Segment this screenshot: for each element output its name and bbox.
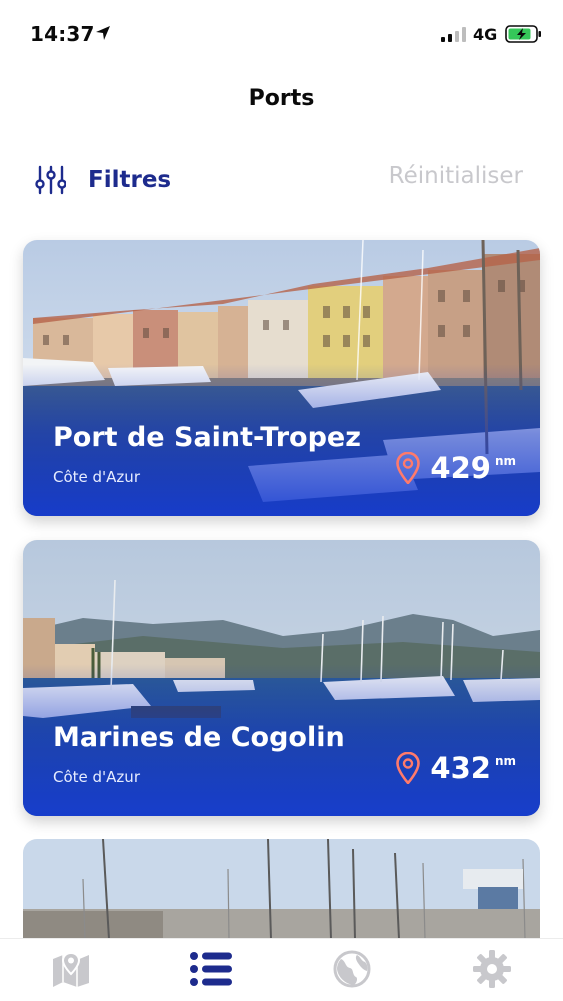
tab-bar [0, 938, 563, 1001]
filters-button[interactable]: Filtres [34, 164, 171, 196]
signal-icon [441, 27, 466, 42]
globe-icon[interactable] [330, 947, 374, 991]
filters-label: Filtres [88, 167, 172, 193]
gear-icon[interactable] [470, 947, 514, 991]
port-name: Port de Saint-Tropez [53, 422, 361, 453]
port-name: Marines de Cogolin [53, 722, 345, 753]
battery-charging-icon [505, 25, 541, 43]
port-distance: 432 nm [396, 752, 516, 784]
distance-unit: nm [494, 454, 516, 468]
location-pin-icon [396, 452, 421, 484]
distance-value: 429 [430, 451, 491, 485]
map-icon[interactable] [49, 947, 93, 991]
list-icon[interactable] [189, 947, 233, 991]
status-bar: 14:37 4G [0, 0, 563, 62]
sliders-icon [35, 165, 66, 195]
port-region: Côte d'Azur [53, 768, 140, 786]
location-pin-icon [396, 752, 421, 784]
network-type: 4G [473, 25, 498, 44]
port-region: Côte d'Azur [53, 468, 140, 486]
distance-value: 432 [430, 751, 491, 785]
port-distance: 429 nm [396, 452, 516, 484]
status-time: 14:37 [30, 22, 95, 46]
reset-button[interactable]: Réinitialiser [389, 163, 523, 189]
port-card[interactable]: Port de Saint-Tropez Côte d'Azur 429 nm [23, 240, 540, 516]
distance-unit: nm [494, 754, 516, 768]
location-arrow-icon [96, 26, 110, 40]
filter-row: Filtres Réinitialiser [0, 160, 563, 200]
page-title: Ports [248, 86, 315, 111]
port-card[interactable]: Marines de Cogolin Côte d'Azur 432 nm [23, 540, 540, 816]
